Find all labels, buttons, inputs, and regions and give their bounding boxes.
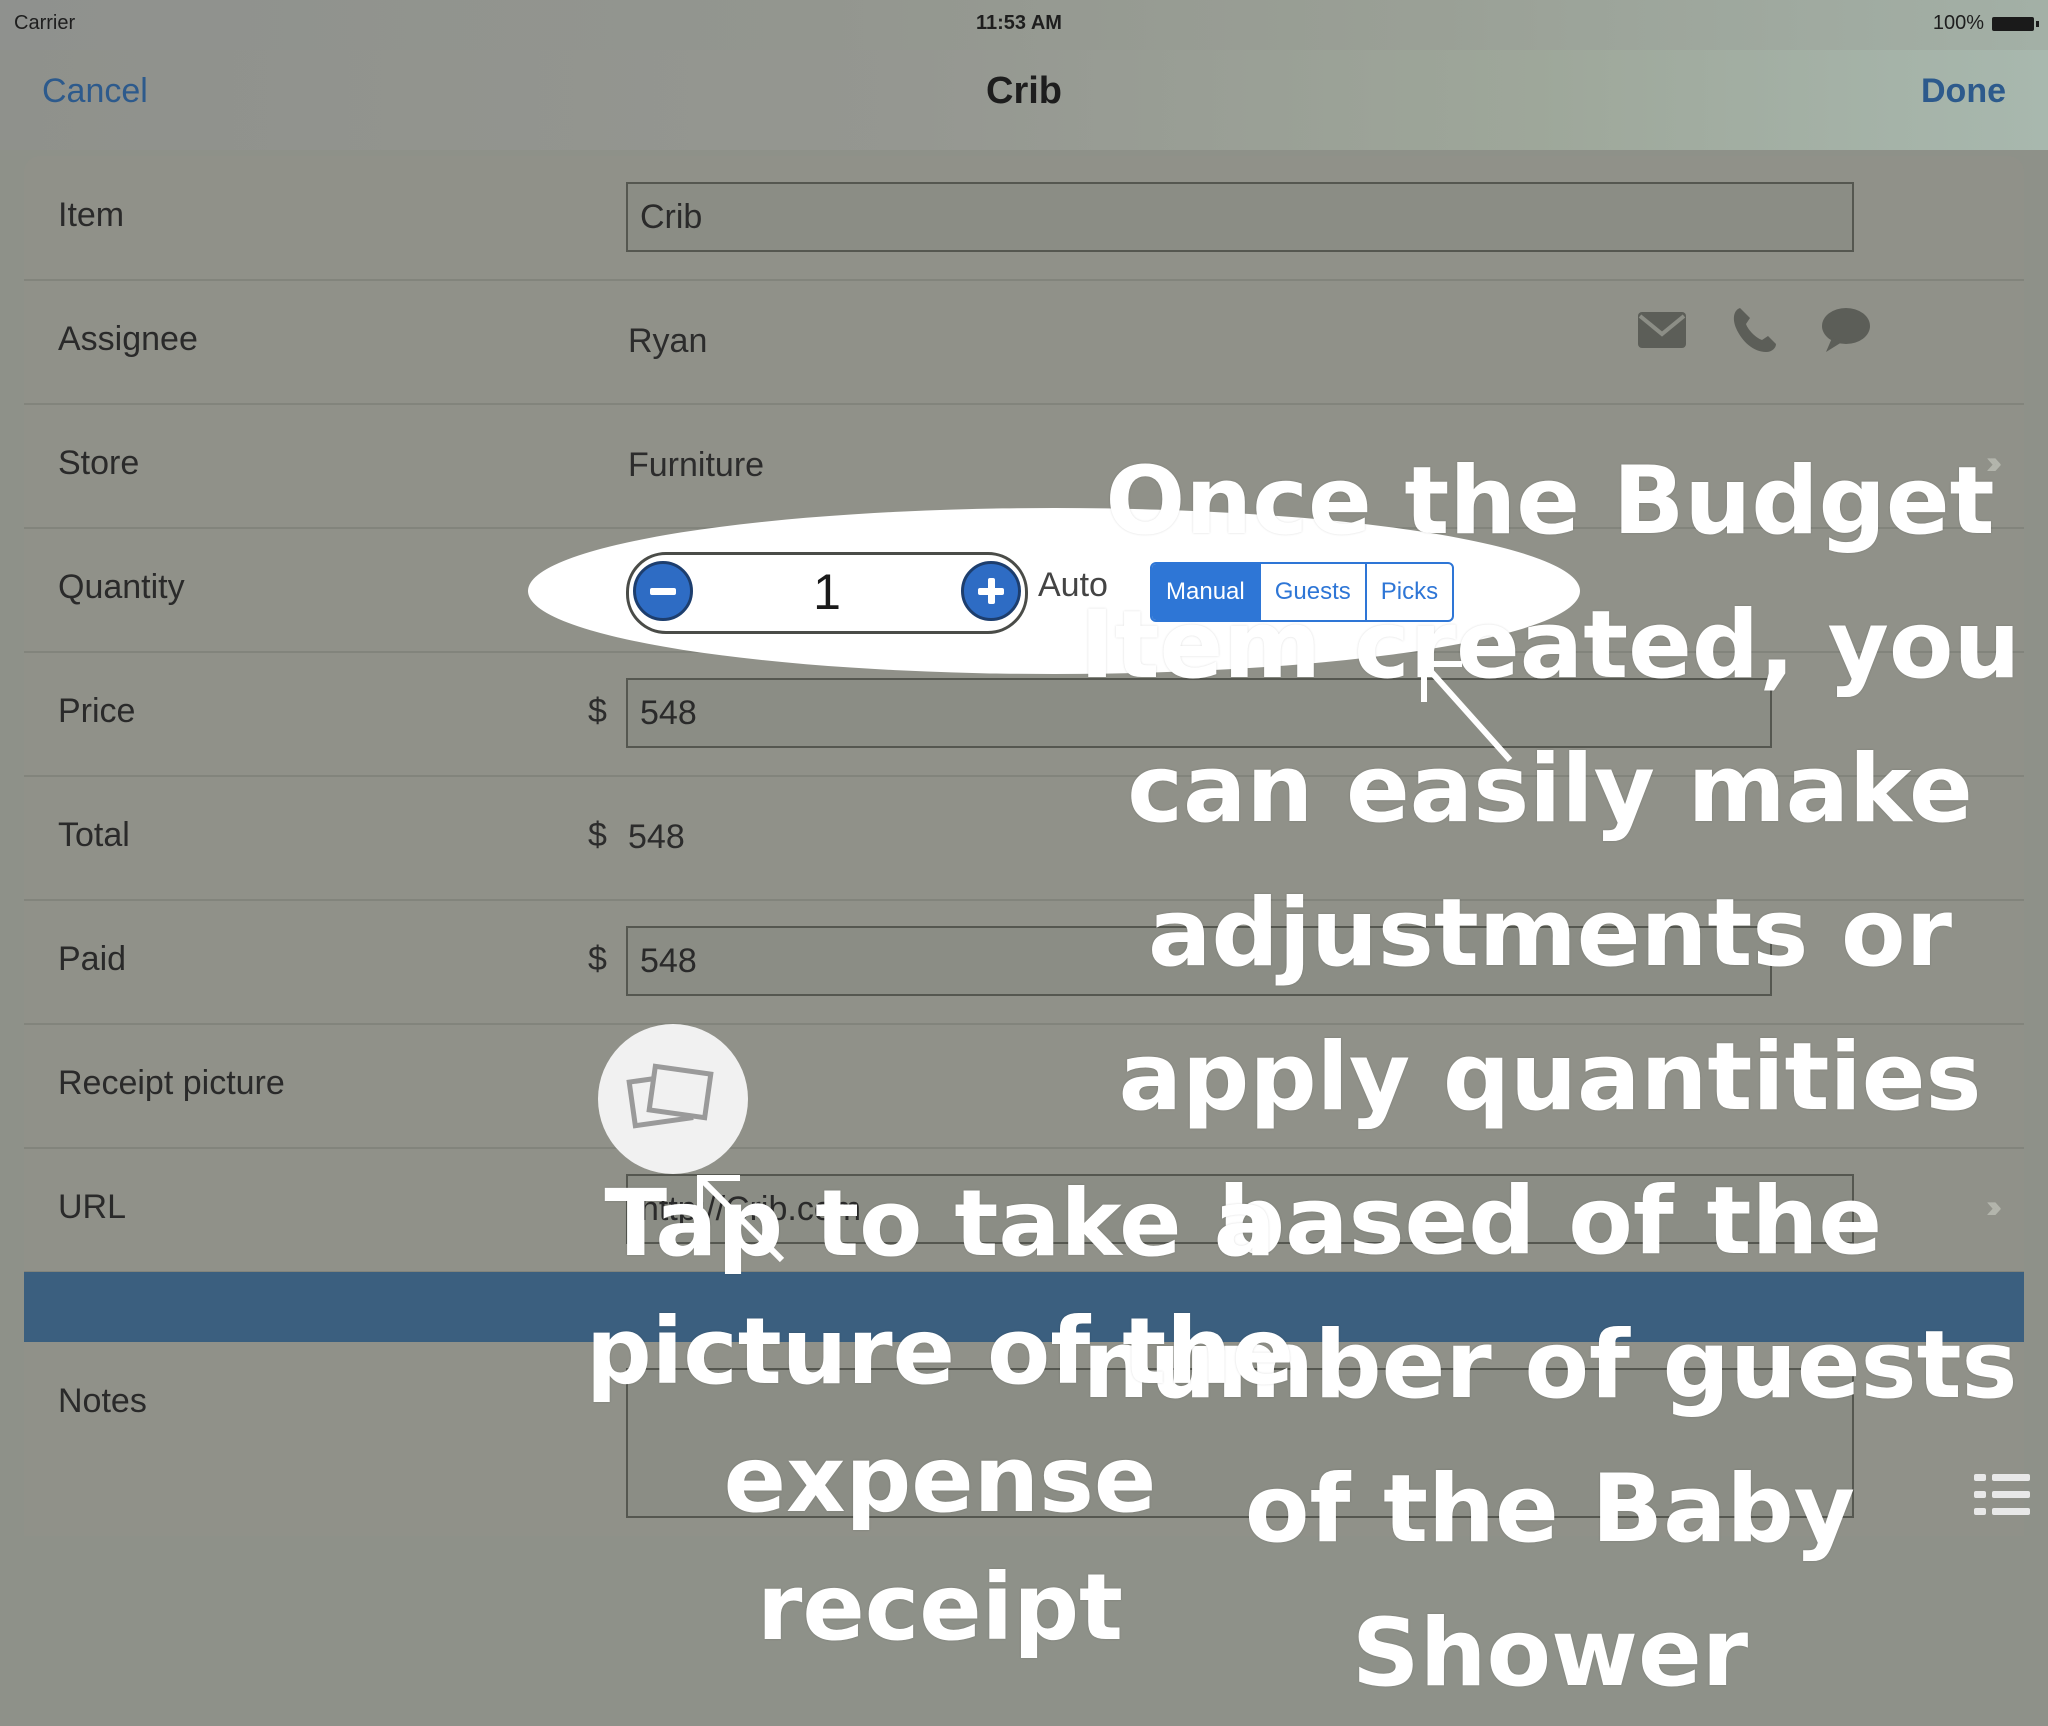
carrier-label: Carrier xyxy=(14,12,76,34)
paid-label: Paid xyxy=(58,940,127,978)
total-currency: $ xyxy=(588,816,607,854)
item-field[interactable]: Crib xyxy=(626,182,1854,252)
paid-currency: $ xyxy=(588,940,607,978)
page-title: Crib xyxy=(986,70,1062,112)
increment-button[interactable] xyxy=(961,561,1021,621)
battery-icon xyxy=(1992,16,2039,31)
battery-indicator: 100% xyxy=(1932,12,2039,35)
clock: 11:53 AM xyxy=(976,12,1062,34)
chevron-right-icon[interactable]: ››› xyxy=(1986,444,2002,481)
item-label: Item xyxy=(58,196,125,234)
total-label: Total xyxy=(58,816,130,854)
quantity-mode-control[interactable]: Manual Guests Picks xyxy=(1150,562,1455,622)
price-currency: $ xyxy=(588,692,607,730)
navigation-bar: Cancel Crib Done xyxy=(0,50,2048,150)
row-paid: Paid $ 548 xyxy=(24,900,2024,1025)
row-url: URL http://Crib.com ››› xyxy=(24,1148,2024,1273)
store-label: Store xyxy=(58,444,140,482)
quantity-label: Quantity xyxy=(58,568,185,606)
battery-percent: 100% xyxy=(1932,12,1984,34)
store-value[interactable]: Furniture xyxy=(628,446,764,485)
receipt-photo-button[interactable] xyxy=(598,1024,748,1174)
url-field[interactable]: http://Crib.com xyxy=(626,1174,1854,1244)
row-total: Total $ 548 xyxy=(24,776,2024,901)
notes-label: Notes xyxy=(58,1382,147,1420)
receipt-label: Receipt picture xyxy=(58,1064,285,1102)
quantity-stepper[interactable]: 1 xyxy=(626,552,1028,634)
status-bar: Carrier 11:53 AM 100% xyxy=(0,0,2048,50)
phone-icon[interactable] xyxy=(1726,302,1782,358)
url-label: URL xyxy=(58,1188,127,1226)
notes-field[interactable] xyxy=(626,1368,1854,1518)
segment-picks[interactable]: Picks xyxy=(1364,564,1452,620)
assignee-value[interactable]: Ryan xyxy=(628,322,707,361)
price-field[interactable]: 548 xyxy=(626,678,1772,748)
photo-icon xyxy=(626,1063,714,1129)
chat-icon[interactable] xyxy=(1818,302,1874,358)
segment-guests[interactable]: Guests xyxy=(1258,564,1365,620)
row-notes: Notes xyxy=(24,1342,2024,1532)
mail-icon[interactable] xyxy=(1634,302,1690,358)
chevron-right-icon[interactable]: ››› xyxy=(1986,1188,2002,1225)
list-menu-icon[interactable] xyxy=(1974,1470,2030,1520)
row-assignee: Assignee Ryan xyxy=(24,280,2024,405)
row-item: Item Crib xyxy=(24,156,2024,281)
assignee-label: Assignee xyxy=(58,320,198,358)
contact-actions xyxy=(1634,302,1874,358)
done-button[interactable]: Done xyxy=(1921,72,2006,111)
section-separator xyxy=(24,1272,2024,1342)
row-receipt: Receipt picture xyxy=(24,1024,2024,1149)
total-value: 548 xyxy=(628,818,685,856)
price-label: Price xyxy=(58,692,136,730)
segment-manual[interactable]: Manual xyxy=(1152,564,1259,620)
paid-field[interactable]: 548 xyxy=(626,926,1772,996)
auto-label: Auto xyxy=(1038,566,1108,604)
